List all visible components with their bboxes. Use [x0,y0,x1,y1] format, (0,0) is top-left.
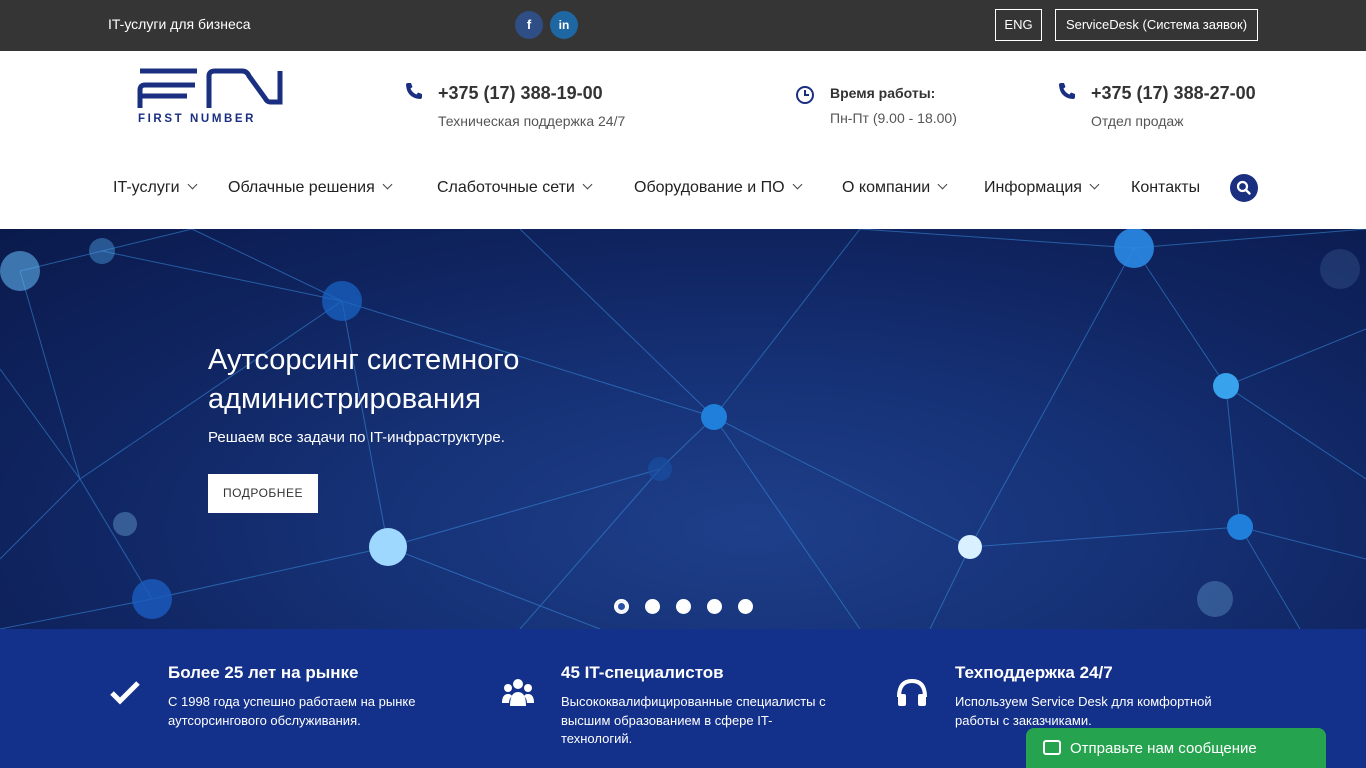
hero-slider: Аутсорсинг системного администрирования … [0,229,1366,629]
nav-label: Информация [984,179,1082,196]
nav-item-info[interactable]: Информация [984,179,1100,197]
slider-dot-2[interactable] [645,599,660,614]
chevron-down-icon [382,179,393,190]
slider-dot-3[interactable] [676,599,691,614]
nav-label: IT-услуги [113,179,180,196]
nav-item-contacts[interactable]: Контакты [1131,179,1200,197]
clock-icon [796,86,814,104]
support-phone[interactable]: +375 (17) 388-19-00 [438,83,603,104]
hero-subtitle: Решаем все задачи по IT-инфраструктуре. [208,429,505,446]
facebook-icon[interactable]: f [515,11,543,39]
slider-dot-1[interactable] [614,599,629,614]
nav-item-it-services[interactable]: IT-услуги [113,179,198,197]
slider-dot-5[interactable] [738,599,753,614]
nav-item-about[interactable]: О компании [842,179,948,197]
feature-title: 45 IT-специалистов [561,663,724,682]
chevron-down-icon [937,179,948,190]
nav-label: О компании [842,179,931,196]
hours-title: Время работы: [830,85,936,101]
hours-value: Пн-Пт (9.00 - 18.00) [830,110,957,126]
message-icon [1043,740,1061,755]
nav-label: Контакты [1131,179,1201,196]
nav-label: Облачные решения [228,179,375,196]
feature-text: С 1998 года успешно работаем на рынке ау… [168,694,416,728]
network-background [0,229,1366,629]
support-label: Техническая поддержка 24/7 [438,113,626,129]
servicedesk-button[interactable]: ServiceDesk (Система заявок) [1055,9,1258,41]
slider-dot-4[interactable] [707,599,722,614]
headphones-icon [897,678,927,706]
tagline: IT-услуги для бизнеса [108,16,251,32]
hero-title: Аутсорсинг системного администрирования [208,344,520,415]
feature-text: Используем Service Desk для комфортной р… [955,694,1212,728]
search-button[interactable] [1230,174,1258,202]
language-button[interactable]: ENG [995,9,1042,41]
feature-text: Высококвалифицированные специалисты с вы… [561,694,826,746]
nav-item-cloud[interactable]: Облачные решения [228,179,393,197]
hero-more-button[interactable]: ПОДРОБНЕЕ [208,474,318,513]
nav-item-hardware[interactable]: Оборудование и ПО [634,179,803,197]
chevron-down-icon [1089,179,1100,190]
chat-widget[interactable]: Отправьте нам сообщение [1026,728,1326,768]
logo-text: FIRST NUMBER [138,113,257,125]
nav-item-low-current[interactable]: Слаботочные сети [437,179,593,197]
checkmark-icon [110,681,140,705]
chevron-down-icon [582,179,593,190]
nav-label: Слаботочные сети [437,179,575,196]
feature-title: Более 25 лет на рынке [168,663,359,682]
phone-icon [406,83,422,99]
chevron-down-icon [792,179,803,190]
phone-icon [1059,83,1075,99]
users-icon [502,679,534,706]
search-icon [1236,180,1251,195]
feature-title: Техподдержка 24/7 [955,663,1113,682]
sales-phone[interactable]: +375 (17) 388-27-00 [1091,83,1256,104]
nav-label: Оборудование и ПО [634,179,785,196]
sales-label: Отдел продаж [1091,113,1184,129]
linkedin-icon[interactable]: in [550,11,578,39]
top-bar: IT-услуги для бизнеса f in ENG ServiceDe… [0,0,1366,51]
chevron-down-icon [187,179,198,190]
site-header: FIRST NUMBER +375 (17) 388-19-00 Техниче… [0,51,1366,229]
chat-label: Отправьте нам сообщение [1070,740,1257,757]
